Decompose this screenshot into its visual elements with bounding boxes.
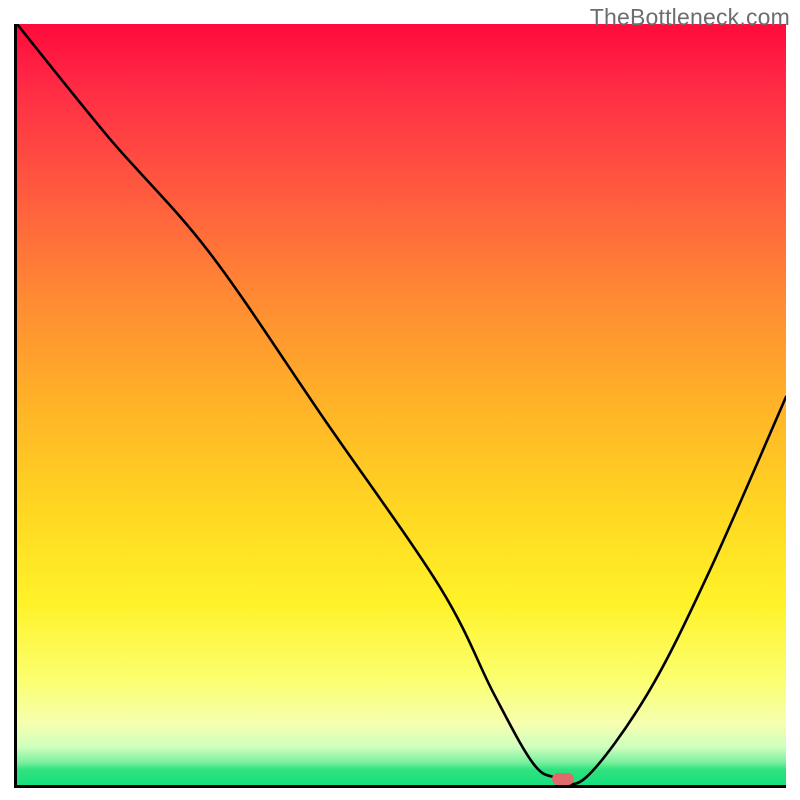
chart-container: TheBottleneck.com — [0, 0, 800, 800]
bottleneck-line — [17, 24, 786, 785]
optimal-point-marker — [552, 773, 574, 785]
plot-area — [14, 24, 786, 788]
watermark-text: TheBottleneck.com — [590, 4, 790, 31]
